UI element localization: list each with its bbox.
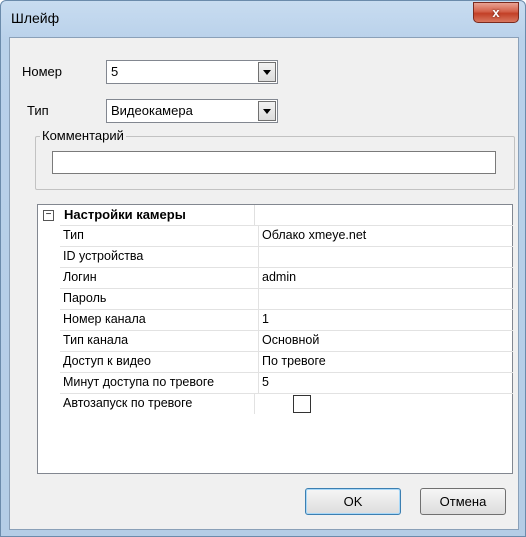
number-dropdown-arrow-icon[interactable] (258, 62, 276, 82)
dialog-client-area: Номер 5 Тип Видеокамера Комментарий − На… (9, 37, 519, 530)
property-name: Минут доступа по тревоге (63, 375, 215, 389)
window-title: Шлейф (11, 10, 60, 26)
property-rows: Тип Облако xmeye.net ID устройства Логин… (60, 225, 513, 414)
property-row[interactable]: Тип канала Основной (60, 330, 513, 352)
section-title: Настройки камеры (64, 207, 186, 222)
property-value[interactable]: Облако xmeye.net (258, 226, 366, 247)
autostart-checkbox[interactable] (293, 395, 311, 413)
dialog-window: Шлейф x Номер 5 Тип Видеокамера Коммента… (0, 0, 526, 537)
property-name: Логин (63, 270, 97, 284)
property-name: Автозапуск по тревоге (63, 396, 193, 410)
type-dropdown-arrow-icon[interactable] (258, 101, 276, 121)
cancel-button[interactable]: Отмена (420, 488, 506, 515)
property-row[interactable]: Тип Облако xmeye.net (60, 225, 513, 247)
property-name: Пароль (63, 291, 107, 305)
property-name: Тип канала (63, 333, 129, 347)
type-combobox[interactable]: Видеокамера (106, 99, 278, 123)
property-value[interactable] (258, 247, 262, 268)
property-row[interactable]: Пароль (60, 288, 513, 310)
property-value[interactable]: 1 (258, 310, 269, 331)
property-row[interactable]: Доступ к видео По тревоге (60, 351, 513, 373)
property-value[interactable]: По тревоге (258, 352, 326, 373)
property-name: Номер канала (63, 312, 146, 326)
comment-label: Комментарий (40, 128, 126, 143)
property-value[interactable]: admin (258, 268, 296, 289)
comment-input[interactable] (52, 151, 496, 174)
property-name: ID устройства (63, 249, 144, 263)
property-name: Тип (63, 228, 84, 242)
type-label: Тип (27, 103, 49, 118)
property-row[interactable]: Автозапуск по тревоге (60, 393, 513, 414)
property-row[interactable]: Логин admin (60, 267, 513, 289)
ok-button[interactable]: OK (305, 488, 401, 515)
title-bar[interactable]: Шлейф x (1, 1, 525, 37)
grid-section-header[interactable]: − Настройки камеры (38, 205, 512, 225)
close-button[interactable]: x (473, 2, 519, 23)
property-name: Доступ к видео (63, 354, 151, 368)
property-row[interactable]: Номер канала 1 (60, 309, 513, 331)
property-value[interactable]: 5 (258, 373, 269, 394)
camera-settings-grid: − Настройки камеры Тип Облако xmeye.net … (37, 204, 513, 474)
property-value[interactable]: Основной (258, 331, 319, 352)
collapse-icon[interactable]: − (43, 210, 54, 221)
number-label: Номер (22, 64, 63, 79)
number-combobox[interactable]: 5 (106, 60, 278, 84)
property-value[interactable] (258, 289, 262, 310)
comment-groupbox: Комментарий (35, 128, 515, 190)
type-value: Видеокамера (111, 103, 193, 118)
property-row[interactable]: Минут доступа по тревоге 5 (60, 372, 513, 394)
property-row[interactable]: ID устройства (60, 246, 513, 268)
number-value: 5 (111, 64, 119, 79)
close-icon: x (492, 5, 500, 20)
